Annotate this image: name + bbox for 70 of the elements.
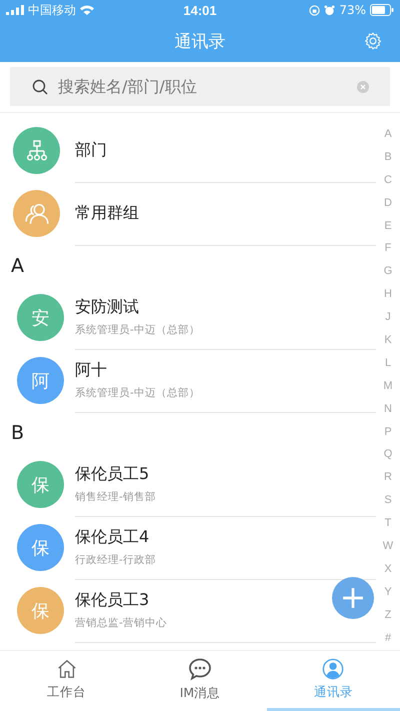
contact-role: 系统管理员-中迈（总部） xyxy=(75,386,200,400)
rotation-lock-icon xyxy=(309,4,320,16)
avatar: 保 xyxy=(17,524,64,571)
contact-item[interactable]: 保 保伦员工4 行政经理-行政部 xyxy=(0,516,376,579)
avatar: 阿 xyxy=(17,357,64,404)
index-letter[interactable]: P xyxy=(384,420,392,444)
index-letter[interactable]: J xyxy=(385,306,391,330)
battery-percent: 73% xyxy=(339,3,366,17)
add-button[interactable] xyxy=(332,577,374,619)
list-item[interactable]: 常用群组 xyxy=(0,182,376,245)
index-letter[interactable]: B xyxy=(384,146,392,169)
contact-role: 行政经理-行政部 xyxy=(75,553,156,567)
index-letter[interactable]: F xyxy=(384,237,392,260)
tab[interactable]: IM消息 xyxy=(133,651,267,711)
index-letter[interactable]: M xyxy=(383,374,393,398)
contact-name: 保伦员工3 xyxy=(75,590,150,611)
search-field[interactable]: 搜索姓名/部门/职位 xyxy=(10,67,390,106)
contact-item[interactable]: 安 安防测试 系统管理员-中迈（总部） xyxy=(0,286,376,349)
person-icon xyxy=(322,658,344,680)
contact-role: 营销总监-营销中心 xyxy=(75,616,167,630)
index-letter[interactable]: E xyxy=(384,214,392,238)
index-letter[interactable]: G xyxy=(384,260,392,284)
time-text: 14:01 xyxy=(183,2,217,18)
signal-icon xyxy=(6,5,24,15)
search-icon xyxy=(32,79,48,95)
house-icon xyxy=(56,658,78,680)
index-letter[interactable]: H xyxy=(384,283,392,306)
item-label: 部门 xyxy=(75,140,107,160)
item-label: 常用群组 xyxy=(75,202,139,224)
alarm-icon xyxy=(324,4,336,16)
contact-role: 销售经理-销售部 xyxy=(75,490,156,504)
chat-icon xyxy=(188,657,212,681)
index-letter[interactable]: S xyxy=(384,489,392,512)
section-letter: A xyxy=(11,254,24,276)
tab[interactable]: 通讯录 xyxy=(266,651,400,711)
settings-icon[interactable] xyxy=(363,31,383,51)
index-letter[interactable]: T xyxy=(384,512,392,536)
section-letter: B xyxy=(11,422,24,444)
carrier-text: 中国移动 xyxy=(28,2,76,18)
avatar: 保 xyxy=(17,587,64,634)
index-letter[interactable]: C xyxy=(384,168,392,192)
contact-name: 阿十 xyxy=(75,360,107,381)
index-letter[interactable]: Q xyxy=(384,443,392,466)
index-letter[interactable]: N xyxy=(384,398,392,421)
index-letter[interactable]: X xyxy=(384,558,392,581)
org-chart-icon xyxy=(24,138,48,162)
contact-name: 保伦员工5 xyxy=(75,464,150,485)
index-letter[interactable]: D xyxy=(384,192,392,215)
list-item[interactable]: 部门 xyxy=(0,119,376,182)
index-letter[interactable]: R xyxy=(384,466,392,490)
contact-role: 系统管理员-中迈（总部） xyxy=(75,323,200,337)
clear-icon[interactable] xyxy=(357,81,369,93)
wifi-icon xyxy=(80,5,94,15)
index-letter[interactable]: W xyxy=(382,535,394,558)
index-letter[interactable]: Y xyxy=(384,580,392,604)
contact-name: 安防测试 xyxy=(75,297,139,318)
index-letter[interactable]: # xyxy=(384,626,392,650)
plus-icon xyxy=(342,587,364,609)
contact-item[interactable]: 保 保伦员工5 销售经理-销售部 xyxy=(0,453,376,516)
avatar: 保 xyxy=(17,461,64,508)
contact-item[interactable]: 阿 阿十 系统管理员-中迈（总部） xyxy=(0,349,376,412)
index-letter[interactable]: Z xyxy=(384,604,392,627)
avatar: 安 xyxy=(17,294,64,341)
contact-name: 保伦员工4 xyxy=(75,527,150,548)
index-letter[interactable]: L xyxy=(384,352,392,375)
index-letter[interactable]: A xyxy=(384,123,392,146)
page-title: 通讯录 xyxy=(174,30,226,52)
tab[interactable]: 工作台 xyxy=(0,651,134,711)
index-letter[interactable]: K xyxy=(384,329,392,352)
battery-icon xyxy=(370,4,394,16)
